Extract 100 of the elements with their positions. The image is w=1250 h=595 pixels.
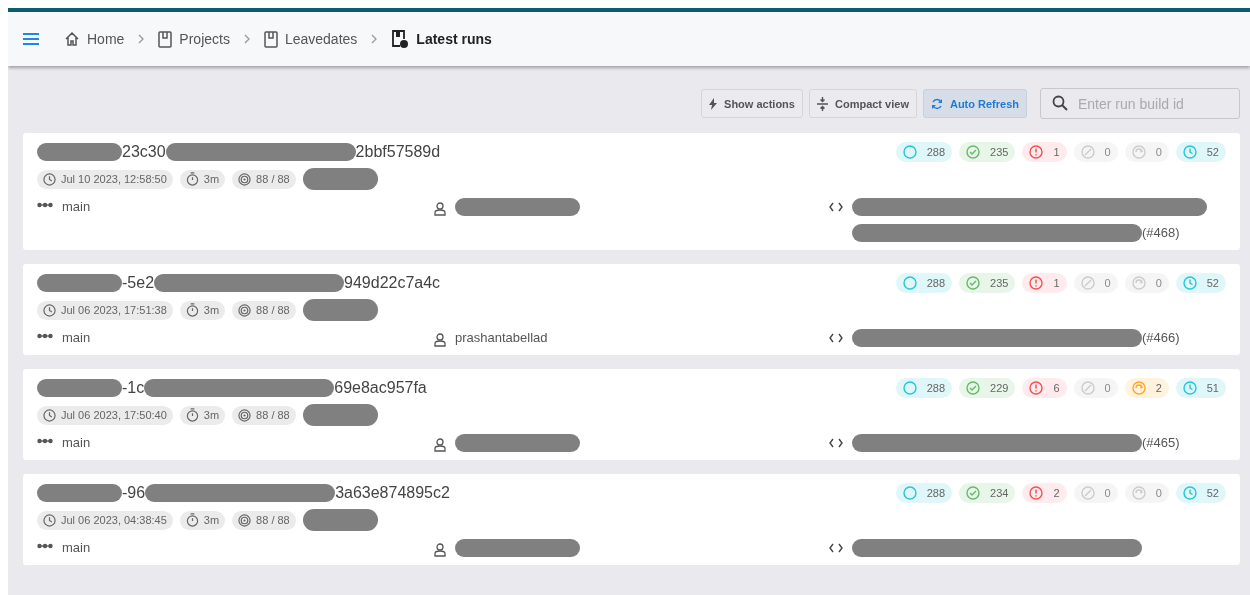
clock-icon [43,172,56,186]
check-circle-icon [966,276,980,290]
breadcrumb-link[interactable]: Projects [158,30,230,48]
run-title-text: -5e2 [122,274,155,292]
circle-icon [902,276,917,290]
clock-icon [43,513,56,527]
stat-badge: 288 [895,483,952,503]
stopwatch-icon [185,408,199,422]
search-field[interactable]: Enter run build id [1040,88,1240,119]
branch-name: main [62,329,91,347]
stat-badge: 0 [1124,483,1169,503]
run-title-text: 2bbf57589d [355,143,441,161]
code-icon [829,333,843,343]
code-icon [829,543,843,553]
run-card[interactable]: 23c30 2bbf57589d 288 235 1 0 0 52 Jul 10 2023, 12:58:50 3m 88 / 88 main (#468) [23,133,1240,250]
tests-chip: 88 / 88 [232,405,296,425]
circle-icon [1080,486,1095,500]
run-card[interactable]: -96 3a63e874895c2 288 234 2 0 0 52 Jul 06 2023, 04:38:45 3m 88 / 88 main [23,474,1240,565]
target-icon [238,408,252,422]
circle-icon [1131,381,1146,395]
target-icon [238,513,252,527]
date-chip: Jul 06 2023, 17:51:38 [37,300,173,320]
check-circle-icon [966,381,980,395]
stat-badge: 0 [1124,273,1169,293]
user-icon [434,438,446,452]
stat-badge: 229 [959,378,1016,398]
stat-badge: 2 [1022,483,1067,503]
stat-badge: 1 [1022,273,1067,293]
duration-chip: 3m [179,510,226,530]
branch-name: main [62,434,91,452]
pr-number: (#465) [1142,434,1180,452]
home-icon [64,31,80,47]
stat-badge: 0 [1073,378,1118,398]
stopwatch-icon [185,303,199,317]
stat-badge: 288 [895,378,952,398]
run-title-text: 949d22c7a4c [344,274,441,292]
duration-chip: 3m [179,169,226,189]
stat-badge: 288 [895,273,952,293]
circle-icon [902,145,917,159]
book-play-icon [391,29,410,49]
pr-number: (#466) [1142,329,1180,347]
branch-name: main [62,539,91,557]
circle-icon [1080,145,1095,159]
compress-icon [816,96,828,111]
clock-icon [1182,145,1197,159]
circle-icon [1131,145,1146,159]
stat-badge: 1 [1022,142,1067,162]
duration-chip: 3m [179,405,226,425]
user-icon [434,543,446,557]
breadcrumb-link[interactable]: Home [64,31,125,47]
chevron-icon [371,34,378,44]
target-icon [238,172,252,186]
check-circle-icon [966,486,980,500]
branch-icon [37,333,53,339]
search-icon [1052,95,1068,111]
code-icon [829,202,843,212]
stat-badge: 52 [1175,142,1226,162]
stat-badge: 0 [1073,142,1118,162]
run-title-text: 23c30 [122,143,166,161]
refresh-icon [930,97,943,110]
alert-circle-icon [1029,145,1044,159]
stat-badge: 6 [1022,378,1067,398]
clock-icon [43,408,56,422]
check-circle-icon [966,145,980,159]
tests-chip: 88 / 88 [232,510,296,530]
toolbar-button[interactable]: Show actions [701,89,803,118]
chevron-icon [138,34,145,44]
run-card[interactable]: -1c 69e8ac957fa 288 229 6 0 2 51 Jul 06 2023, 17:50:40 3m 88 / 88 main (#465) [23,369,1240,460]
circle-icon [1080,276,1095,290]
toolbar-button[interactable]: Compact view [808,89,917,118]
branch-icon [37,438,53,444]
alert-circle-icon [1029,276,1044,290]
menu-icon[interactable] [22,32,40,46]
stat-badge: 234 [959,483,1016,503]
branch-name: main [62,198,91,216]
stat-badge: 52 [1175,273,1226,293]
circle-icon [1080,381,1095,395]
chevron-icon [243,34,250,44]
clock-icon [43,303,56,317]
run-title-text: 69e8ac957fa [334,379,427,397]
branch-icon [37,543,53,549]
user-icon [434,202,446,216]
date-chip: Jul 10 2023, 12:58:50 [37,169,173,189]
alert-circle-icon [1029,381,1044,395]
clock-icon [1182,276,1197,290]
book-icon [158,30,173,48]
clock-icon [1182,381,1197,395]
stopwatch-icon [185,172,199,186]
stat-badge: 52 [1175,483,1226,503]
target-icon [238,303,252,317]
breadcrumb-link[interactable]: Latest runs [391,29,492,49]
lightning-icon [709,97,718,110]
branch-icon [37,202,53,208]
pr-number: (#468) [1142,224,1180,242]
run-card[interactable]: -5e2 949d22c7a4c 288 235 1 0 0 52 Jul 06 2023, 17:51:38 3m 88 / 88 main prashantabellad (#466) [23,264,1240,355]
stat-badge: 2 [1124,378,1169,398]
circle-icon [1131,486,1146,500]
tests-chip: 88 / 88 [232,300,296,320]
date-chip: Jul 06 2023, 17:50:40 [37,405,173,425]
breadcrumb-link[interactable]: Leavedates [263,30,358,48]
